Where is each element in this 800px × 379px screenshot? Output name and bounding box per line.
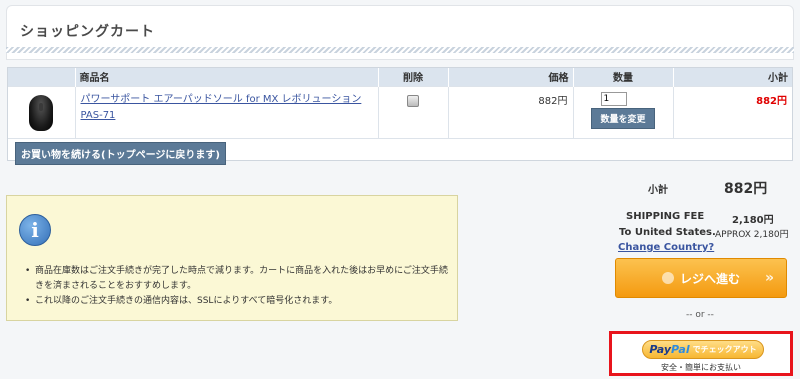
- info-box: i 商品在庫数はご注文手続きが完了した時点で減ります。カートに商品を入れた後はお…: [6, 195, 458, 321]
- quantity-input[interactable]: [600, 91, 627, 106]
- cart-header-row: 商品名 削除 価格 数量 小計: [8, 68, 792, 86]
- page-title: ショッピングカート: [20, 24, 155, 40]
- change-country-link[interactable]: Change Country?: [618, 242, 714, 253]
- col-subtotal-header: 小計: [673, 68, 792, 86]
- paypal-checkout-label: でチェックアウト: [692, 345, 757, 354]
- product-link[interactable]: パワーサポート エアーパッドソール for MX レボリューション PAS-71: [81, 92, 373, 124]
- list-item: 商品在庫数はご注文手続きが完了した時点で減ります。カートに商品を入れた後はお早め…: [25, 264, 455, 294]
- or-separator: -- or --: [686, 310, 714, 320]
- col-price-header: 価格: [448, 68, 574, 86]
- product-image-cell: [8, 85, 76, 138]
- paypal-subtext: 安全・簡単にお支払い: [661, 363, 741, 372]
- circle-icon: [661, 272, 674, 284]
- info-list: 商品在庫数はご注文手続きが完了した時点で減ります。カートに商品を入れた後はお早め…: [25, 264, 455, 309]
- mouse-product-icon[interactable]: [29, 94, 54, 131]
- info-icon: i: [19, 214, 51, 246]
- paypal-highlight-box: PayPal でチェックアウト 安全・簡単にお支払い: [609, 331, 793, 376]
- header-stripe: [6, 47, 794, 53]
- col-product-header: 商品名: [75, 68, 379, 86]
- col-qty-header: 数量: [573, 68, 674, 86]
- shipping-fee-value: 2,180円: [732, 215, 774, 226]
- update-quantity-button[interactable]: 数量を変更: [591, 107, 655, 129]
- price-cell: 882円: [448, 85, 574, 138]
- checkout-button-label: レジへ進む: [679, 271, 740, 286]
- continue-row: お買い物を続ける(トップページに戻ります): [8, 138, 792, 165]
- list-item: これ以降のご注文手続きの通信内容は、SSLによりすべて暗号化されます。: [25, 294, 455, 309]
- trash-icon[interactable]: [407, 94, 419, 107]
- table-row: パワーサポート エアーパッドソール for MX レボリューション PAS-71…: [8, 85, 792, 138]
- checkout-button[interactable]: レジへ進む »: [615, 258, 787, 298]
- destination-label: To United States.: [619, 227, 716, 238]
- summary-subtotal-label: 小計: [648, 185, 668, 196]
- paypal-checkout-button[interactable]: PayPal でチェックアウト: [642, 340, 764, 359]
- approx-price: APPROX 2,180円: [715, 230, 789, 240]
- double-chevron-right-icon: »: [764, 270, 774, 286]
- continue-shopping-button[interactable]: お買い物を続ける(トップページに戻ります): [15, 142, 226, 165]
- product-name-cell: パワーサポート エアーパッドソール for MX レボリューション PAS-71: [75, 85, 379, 138]
- paypal-logo: PayPal: [649, 343, 690, 356]
- delete-cell: [378, 85, 449, 138]
- qty-cell: 数量を変更: [573, 85, 674, 138]
- col-delete-header: 削除: [378, 68, 449, 86]
- summary-subtotal-value: 882円: [724, 181, 768, 197]
- cart-table: 商品名 削除 価格 数量 小計 パワーサポート エアーパッドソール for MX…: [7, 67, 793, 165]
- col-image-header: [8, 68, 76, 86]
- subtotal-cell: 882円: [673, 85, 792, 138]
- shipping-fee-label: SHIPPING FEE: [626, 211, 705, 222]
